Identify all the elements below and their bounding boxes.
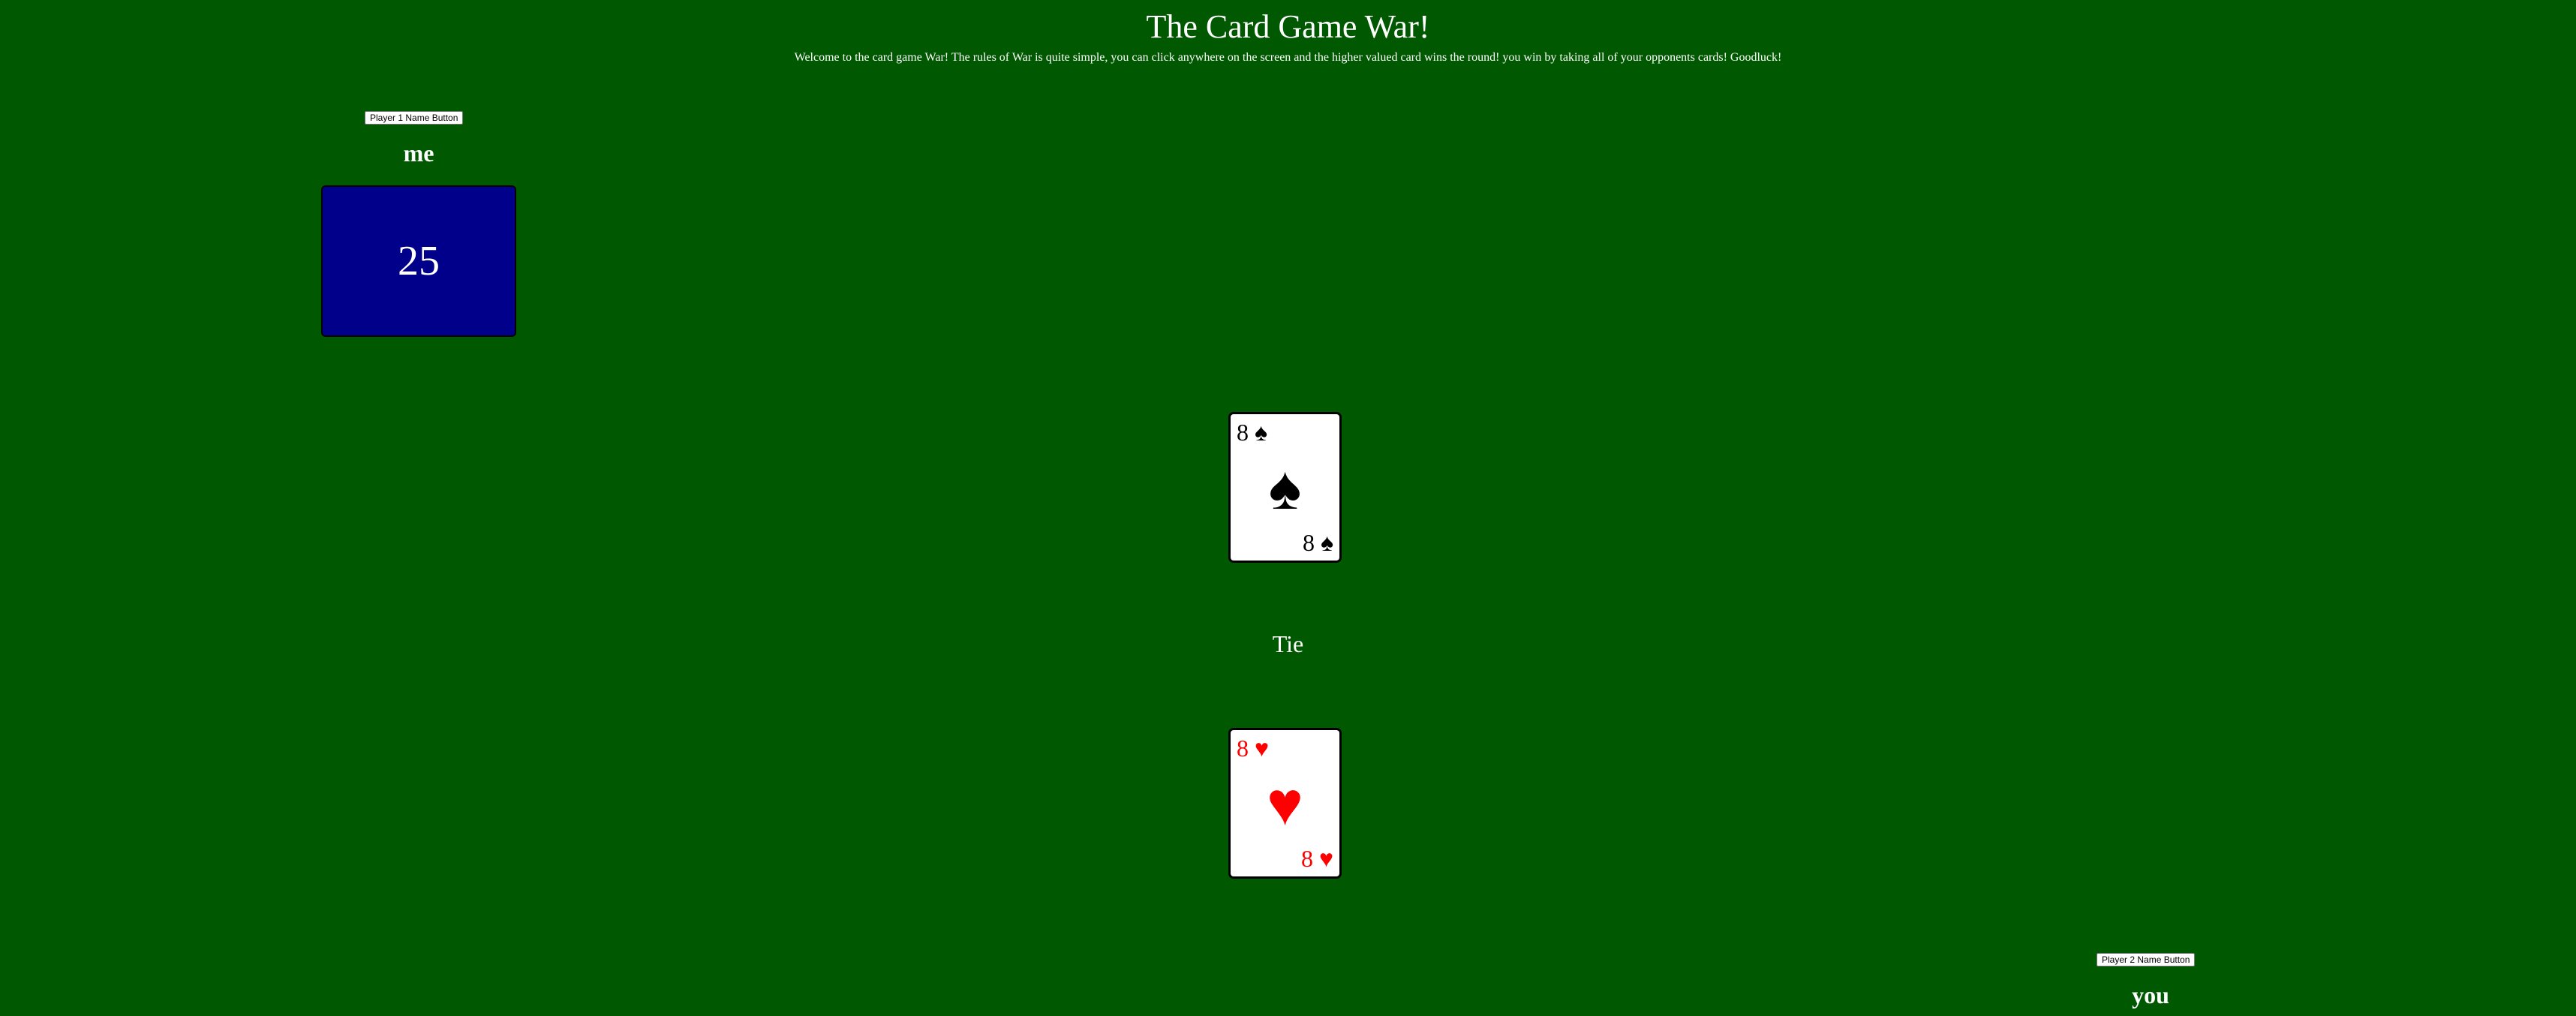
spade-icon: ♠: [1255, 419, 1267, 446]
card-rank: 8: [1237, 419, 1249, 446]
player1-deck: 25: [321, 185, 516, 337]
player2-name: you: [2132, 981, 2169, 1008]
player1-deck-count: 25: [398, 238, 440, 284]
player2-played-card: 8 ♥ ♥ 8 ♥: [1228, 728, 1342, 879]
card-rank: 8: [1301, 845, 1313, 872]
card-corner-bottom-right: 8 ♠: [1303, 531, 1333, 555]
card-corner-top-left: 8 ♠: [1237, 420, 1267, 444]
player1-name: me: [403, 140, 434, 167]
spade-icon: ♠: [1268, 454, 1302, 522]
card-rank: 8: [1303, 529, 1315, 556]
game-board[interactable]: The Card Game War! Welcome to the card g…: [0, 0, 2576, 1016]
card-corner-top-left: 8 ♥: [1237, 736, 1269, 760]
player1-name-button[interactable]: Player 1 Name Button: [365, 111, 464, 125]
page-title: The Card Game War!: [1146, 8, 1430, 45]
heart-icon: ♥: [1319, 845, 1333, 872]
heart-icon: ♥: [1267, 770, 1303, 838]
card-corner-bottom-right: 8 ♥: [1301, 846, 1333, 870]
player2-name-button[interactable]: Player 2 Name Button: [2097, 953, 2196, 966]
intro-text: Welcome to the card game War! The rules …: [794, 51, 1782, 64]
heart-icon: ♥: [1255, 735, 1269, 762]
card-rank: 8: [1237, 735, 1249, 762]
round-result: Tie: [1272, 630, 1304, 657]
player1-played-card: 8 ♠ ♠ 8 ♠: [1228, 412, 1342, 563]
spade-icon: ♠: [1321, 529, 1333, 556]
